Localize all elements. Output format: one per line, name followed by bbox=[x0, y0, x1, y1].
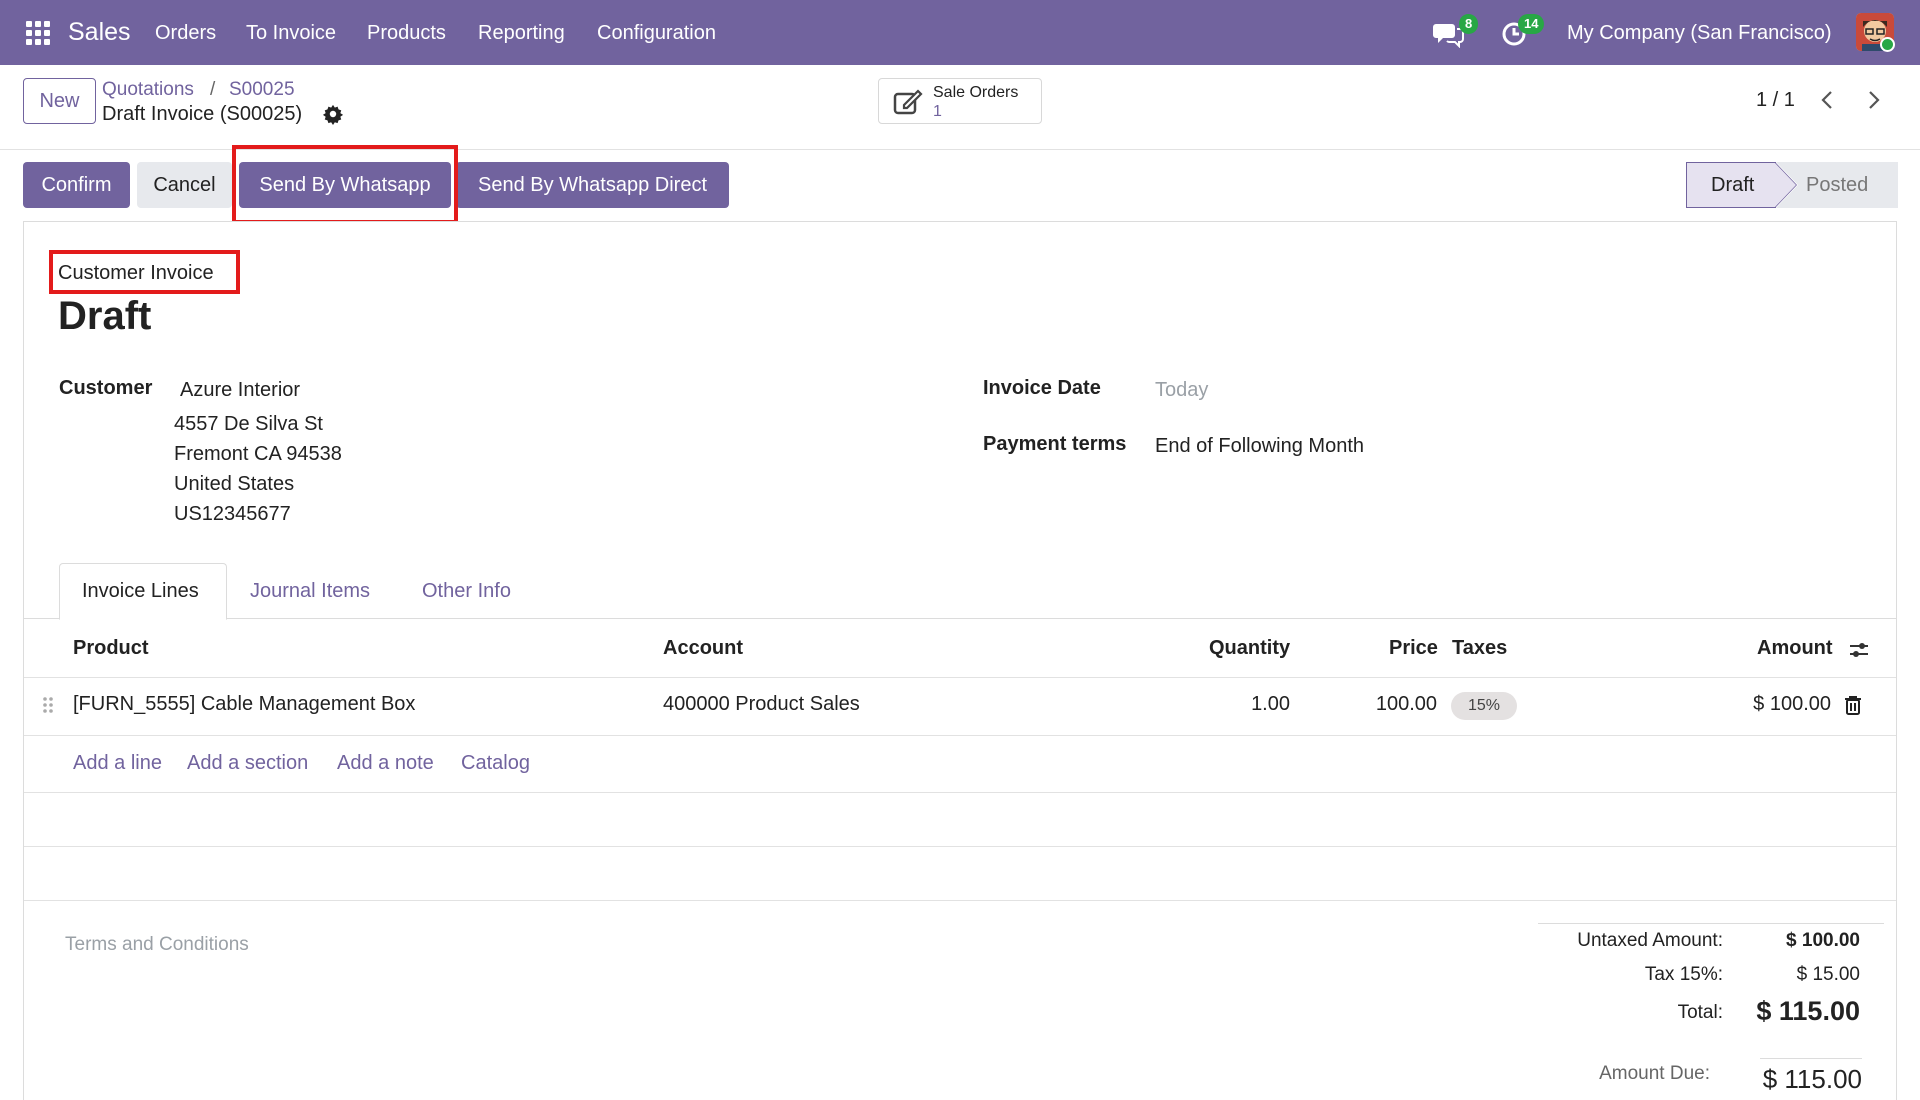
menu-to-invoice[interactable]: To Invoice bbox=[246, 22, 336, 45]
invoice-date-label: Invoice Date bbox=[983, 377, 1101, 399]
new-button[interactable]: New bbox=[23, 78, 96, 124]
control-panel: New Quotations / S00025 Draft Invoice (S… bbox=[0, 65, 1920, 150]
messages-badge: 8 bbox=[1459, 14, 1479, 34]
breadcrumb-separator: / bbox=[210, 79, 216, 100]
add-note-link[interactable]: Add a note bbox=[337, 752, 434, 775]
row-divider bbox=[24, 846, 1896, 847]
catalog-link[interactable]: Catalog bbox=[461, 752, 530, 775]
line-account[interactable]: 400000 Product Sales bbox=[663, 693, 860, 716]
customer-address-line: 4557 De Silva St bbox=[174, 413, 323, 435]
gear-icon[interactable] bbox=[322, 103, 344, 125]
cancel-button[interactable]: Cancel bbox=[137, 162, 232, 208]
record-title: Draft bbox=[58, 294, 152, 338]
chevron-left-icon[interactable] bbox=[1815, 87, 1841, 113]
tax-value: $ 15.00 bbox=[1796, 964, 1860, 985]
send-by-whatsapp-direct-button[interactable]: Send By Whatsapp Direct bbox=[456, 162, 729, 208]
row-divider bbox=[24, 735, 1896, 736]
column-header-price[interactable]: Price bbox=[1389, 637, 1438, 660]
stage-arrow-fill bbox=[1775, 163, 1796, 207]
highlight-box bbox=[232, 145, 458, 224]
line-tax-tag[interactable]: 15% bbox=[1451, 692, 1517, 720]
app-grid-icon[interactable] bbox=[26, 21, 50, 45]
line-product[interactable]: [FURN_5555] Cable Management Box bbox=[73, 693, 415, 716]
row-divider bbox=[24, 677, 1896, 678]
column-header-quantity[interactable]: Quantity bbox=[1209, 637, 1290, 660]
tab-other-info[interactable]: Other Info bbox=[422, 580, 511, 603]
total-value: $ 115.00 bbox=[1756, 996, 1860, 1026]
chevron-right-icon[interactable] bbox=[1860, 87, 1886, 113]
smart-button-count: 1 bbox=[933, 103, 942, 120]
stage-draft[interactable]: Draft bbox=[1686, 162, 1776, 208]
company-switcher[interactable]: My Company (San Francisco) bbox=[1567, 22, 1832, 45]
customer-address-line: United States bbox=[174, 473, 295, 495]
sale-orders-smart-button[interactable]: Sale Orders 1 bbox=[878, 78, 1042, 124]
optional-columns-icon[interactable] bbox=[1848, 640, 1870, 660]
totals-divider bbox=[1538, 923, 1884, 924]
column-header-account[interactable]: Account bbox=[663, 637, 743, 660]
smart-button-label: Sale Orders bbox=[933, 84, 1019, 101]
menu-configuration[interactable]: Configuration bbox=[597, 22, 716, 45]
stage-posted[interactable]: Posted bbox=[1798, 162, 1898, 208]
amount-due-label: Amount Due: bbox=[1599, 1063, 1710, 1084]
tabs-divider bbox=[24, 618, 1896, 619]
terms-and-conditions-field[interactable]: Terms and Conditions bbox=[65, 934, 249, 956]
top-navbar: Sales Orders To Invoice Products Reporti… bbox=[0, 0, 1920, 65]
line-quantity[interactable]: 1.00 bbox=[1200, 693, 1290, 716]
total-label: Total: bbox=[1677, 1002, 1723, 1023]
column-header-taxes[interactable]: Taxes bbox=[1452, 637, 1507, 660]
column-header-product[interactable]: Product bbox=[73, 637, 149, 660]
current-record-title: Draft Invoice (S00025) bbox=[102, 103, 303, 125]
payment-terms-label: Payment terms bbox=[983, 433, 1127, 455]
row-divider bbox=[24, 900, 1896, 901]
untaxed-amount-value: $ 100.00 bbox=[1786, 930, 1860, 951]
row-divider bbox=[24, 792, 1896, 793]
menu-reporting[interactable]: Reporting bbox=[478, 22, 565, 45]
online-status-indicator bbox=[1880, 37, 1895, 52]
breadcrumb-order[interactable]: S00025 bbox=[229, 79, 295, 101]
line-amount: $ 100.00 bbox=[1753, 693, 1831, 715]
amount-due-value: $ 115.00 bbox=[1762, 1064, 1862, 1094]
customer-label: Customer bbox=[59, 377, 153, 399]
edit-icon bbox=[893, 89, 923, 115]
pager-value[interactable]: 1 / 1 bbox=[1756, 89, 1795, 112]
customer-field[interactable]: Azure Interior bbox=[180, 379, 300, 402]
add-section-link[interactable]: Add a section bbox=[187, 752, 308, 775]
tab-journal-items[interactable]: Journal Items bbox=[250, 580, 370, 603]
customer-address-line: Fremont CA 94538 bbox=[174, 443, 342, 465]
menu-products[interactable]: Products bbox=[367, 22, 446, 45]
activities-badge: 14 bbox=[1518, 14, 1545, 34]
customer-vat: US12345677 bbox=[174, 503, 291, 525]
column-header-amount[interactable]: Amount bbox=[1757, 637, 1833, 660]
line-price[interactable]: 100.00 bbox=[1340, 693, 1437, 716]
total-divider bbox=[1760, 1058, 1862, 1059]
tax-label: Tax 15%: bbox=[1644, 964, 1723, 985]
breadcrumb-quotations[interactable]: Quotations bbox=[102, 79, 194, 101]
confirm-button[interactable]: Confirm bbox=[23, 162, 130, 208]
drag-handle-icon[interactable] bbox=[42, 696, 54, 714]
untaxed-amount-label: Untaxed Amount: bbox=[1577, 930, 1723, 951]
app-name[interactable]: Sales bbox=[68, 18, 131, 47]
menu-orders[interactable]: Orders bbox=[155, 22, 216, 45]
add-line-link[interactable]: Add a line bbox=[73, 752, 162, 775]
trash-icon[interactable] bbox=[1844, 695, 1862, 715]
payment-terms-field[interactable]: End of Following Month bbox=[1155, 435, 1364, 458]
invoice-date-field[interactable]: Today bbox=[1155, 379, 1208, 402]
highlight-box bbox=[49, 250, 240, 294]
tab-invoice-lines[interactable]: Invoice Lines bbox=[82, 580, 199, 603]
